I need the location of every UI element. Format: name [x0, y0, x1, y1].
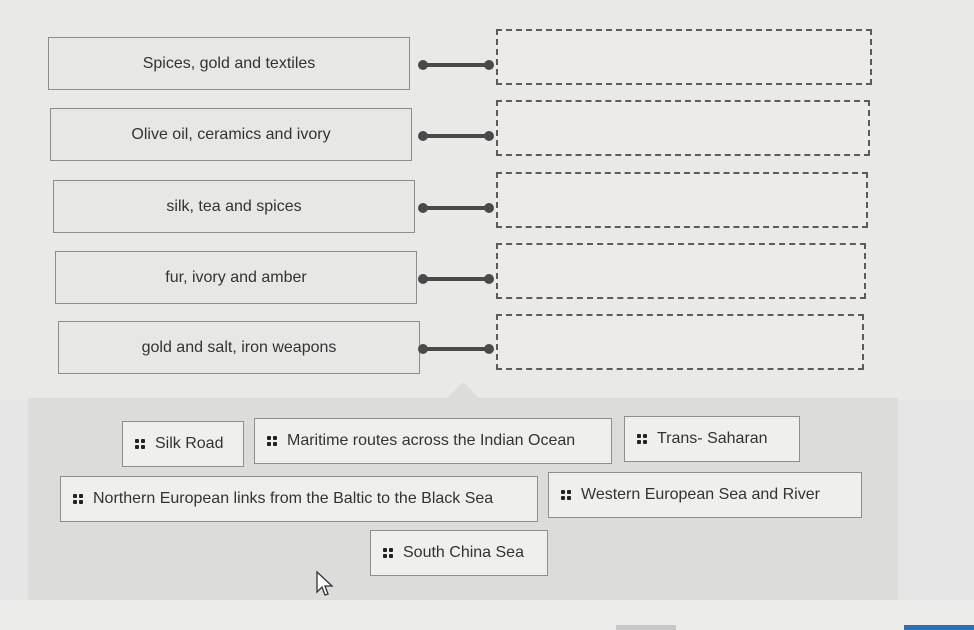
answer-drop-zone[interactable]: [496, 314, 864, 370]
prompt-item: Spices, gold and textiles: [48, 37, 410, 90]
connector-icon: [418, 130, 494, 142]
answer-chip-indian-ocean[interactable]: Maritime routes across the Indian Ocean: [254, 418, 612, 464]
match-row: Olive oil, ceramics and ivory: [0, 100, 974, 168]
match-row: gold and salt, iron weapons: [0, 314, 974, 381]
match-row: Spices, gold and textiles: [0, 29, 974, 97]
prompt-label: fur, ivory and amber: [165, 268, 307, 286]
footer: [0, 600, 974, 630]
answer-chip-northern-european[interactable]: Northern European links from the Baltic …: [60, 476, 538, 522]
answer-chip-trans-saharan[interactable]: Trans- Saharan: [624, 416, 800, 462]
connector-icon: [418, 59, 494, 71]
prompt-item: fur, ivory and amber: [55, 251, 417, 304]
connector-icon: [418, 273, 494, 285]
match-row: silk, tea and spices: [0, 172, 974, 240]
mouse-cursor-icon: [316, 570, 334, 596]
drag-handle-icon[interactable]: [561, 490, 571, 500]
drag-handle-icon[interactable]: [383, 548, 393, 558]
prompt-item: silk, tea and spices: [53, 180, 415, 233]
chip-label: South China Sea: [403, 544, 524, 561]
connector-icon: [418, 202, 494, 214]
match-row: fur, ivory and amber: [0, 243, 974, 311]
primary-button[interactable]: [904, 625, 974, 630]
answer-drop-zone[interactable]: [496, 29, 872, 85]
drag-handle-icon[interactable]: [135, 439, 145, 449]
answer-drop-zone[interactable]: [496, 172, 868, 228]
chip-label: Maritime routes across the Indian Ocean: [287, 432, 576, 449]
answer-chip-silk-road[interactable]: Silk Road: [122, 421, 244, 467]
prompt-item: gold and salt, iron weapons: [58, 321, 420, 374]
drag-handle-icon[interactable]: [73, 494, 83, 504]
connector-icon: [418, 343, 494, 355]
footer-button[interactable]: [616, 625, 676, 630]
prompt-item: Olive oil, ceramics and ivory: [50, 108, 412, 161]
prompt-label: Spices, gold and textiles: [142, 54, 316, 72]
prompt-label: Olive oil, ceramics and ivory: [131, 125, 331, 143]
chip-label: Western European Sea and River: [581, 486, 820, 503]
answer-chip-western-european[interactable]: Western European Sea and River: [548, 472, 862, 518]
prompt-label: silk, tea and spices: [166, 197, 302, 215]
prompt-label: gold and salt, iron weapons: [141, 338, 337, 356]
answer-drop-zone[interactable]: [496, 243, 866, 299]
drag-handle-icon[interactable]: [637, 434, 647, 444]
answer-drop-zone[interactable]: [496, 100, 870, 156]
answer-chip-south-china-sea[interactable]: South China Sea: [370, 530, 548, 576]
matching-question: Spices, gold and textiles Olive oil, cer…: [0, 0, 974, 400]
chip-label: Trans- Saharan: [657, 430, 768, 447]
chip-label: Silk Road: [155, 435, 224, 452]
bank-pointer: [447, 382, 479, 398]
chip-label: Northern European links from the Baltic …: [93, 490, 494, 507]
drag-handle-icon[interactable]: [267, 436, 277, 446]
